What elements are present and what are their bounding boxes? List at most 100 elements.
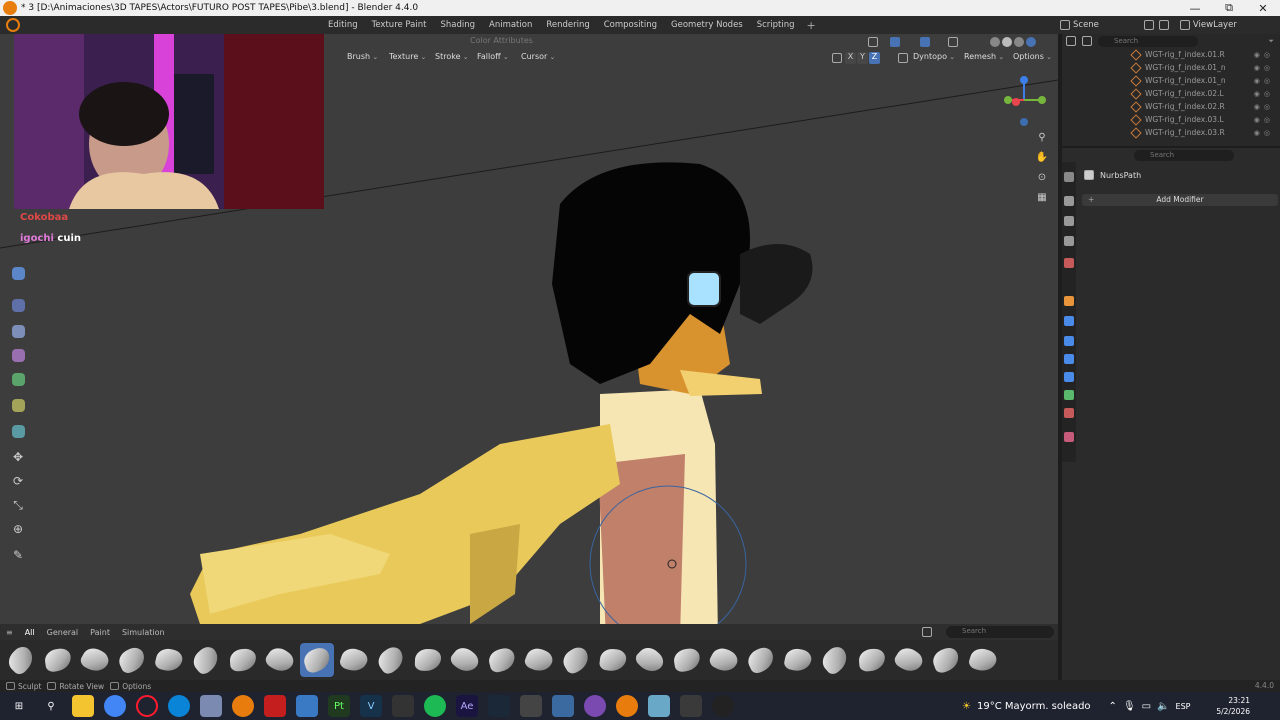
windows-start-icon[interactable]: ⊞ <box>8 695 30 717</box>
app-icon-1[interactable] <box>200 695 222 717</box>
brush-preset-button[interactable] <box>115 643 149 677</box>
voicemeeter-icon[interactable] <box>264 695 286 717</box>
shelf-menu-icon[interactable]: ≡ <box>0 627 19 638</box>
brush-preset-button[interactable] <box>485 643 519 677</box>
app-icon-6[interactable] <box>712 695 734 717</box>
overlay-toggle-icon[interactable] <box>920 37 930 47</box>
app-icon-4[interactable] <box>648 695 670 717</box>
3d-viewport[interactable]: Color Attributes Brush Texture Stroke Fa… <box>0 34 1058 640</box>
object-tab-icon[interactable] <box>1064 296 1074 306</box>
tab-shading[interactable]: Shading <box>434 19 481 31</box>
move-icon[interactable]: ✥ <box>9 448 27 466</box>
brush-preset-button[interactable] <box>263 643 297 677</box>
remesh-dropdown[interactable]: Remesh <box>961 51 1007 62</box>
dyntopo-dropdown[interactable]: Dyntopo <box>910 51 958 62</box>
brush-preset-button[interactable] <box>300 643 334 677</box>
blender-taskbar-icon[interactable] <box>232 695 254 717</box>
brush-preset-button[interactable] <box>707 643 741 677</box>
brush-preset-button[interactable] <box>892 643 926 677</box>
physics-tab-icon[interactable] <box>1064 354 1074 364</box>
display-mode-icon[interactable] <box>1082 36 1092 46</box>
visibility-toggle-icon[interactable]: ◉◎ <box>1254 64 1274 72</box>
app-icon-2[interactable] <box>296 695 318 717</box>
tab-animation[interactable]: Animation <box>483 19 538 31</box>
view-object-types-icon[interactable] <box>868 37 878 47</box>
brush-preset-button[interactable] <box>744 643 778 677</box>
visibility-toggle-icon[interactable]: ◉◎ <box>1254 103 1274 111</box>
properties-search-input[interactable]: Search <box>1134 149 1234 161</box>
texture-dropdown[interactable]: Texture <box>386 51 429 62</box>
scene-tab-icon[interactable] <box>1064 258 1074 268</box>
vscode-icon[interactable]: V <box>360 695 382 717</box>
shelf-tab-simulation[interactable]: Simulation <box>116 627 171 638</box>
brush-dropdown[interactable]: Brush <box>344 51 381 62</box>
outliner-row[interactable]: WGT-rig_f_index.02.R ◉◎ <box>1062 100 1280 113</box>
shelf-tab-paint[interactable]: Paint <box>84 627 116 638</box>
gizmo-toggle-icon[interactable] <box>890 37 900 47</box>
brush-preset-button[interactable] <box>633 643 667 677</box>
obs-icon[interactable] <box>584 695 606 717</box>
visibility-toggle-icon[interactable]: ◉◎ <box>1254 116 1274 124</box>
wireframe-shading-icon[interactable] <box>990 37 1000 47</box>
pycharm-icon[interactable]: Pt <box>328 695 350 717</box>
davinci-icon[interactable] <box>392 695 414 717</box>
app-icon-5[interactable] <box>680 695 702 717</box>
brush-preset-button[interactable] <box>78 643 112 677</box>
brush-preset-button[interactable] <box>188 643 224 677</box>
particles-tab-icon[interactable] <box>1064 336 1074 346</box>
material-tab-icon[interactable] <box>1064 408 1074 418</box>
dyntopo-checkbox[interactable] <box>898 53 908 63</box>
outliner-editor-icon[interactable] <box>1066 36 1076 46</box>
view-layer-selector[interactable]: ViewLayer <box>1179 20 1237 30</box>
close-button[interactable]: ✕ <box>1246 2 1280 15</box>
new-scene-icon[interactable] <box>1143 20 1154 30</box>
texture-tab-icon[interactable] <box>1064 432 1074 442</box>
spotify-icon[interactable] <box>424 695 446 717</box>
blender-active-icon[interactable] <box>616 695 638 717</box>
brush-preset-button[interactable] <box>966 643 1000 677</box>
outliner-row[interactable]: WGT-rig_f_index.03.L ◉◎ <box>1062 113 1280 126</box>
outliner-row[interactable]: WGT-rig_f_index.01.R ◉◎ <box>1062 48 1280 61</box>
draw-tool[interactable] <box>9 264 27 282</box>
zoom-icon[interactable]: ⚲ <box>1034 129 1050 145</box>
blender-logo-icon[interactable] <box>6 18 20 32</box>
brush-preset-button[interactable] <box>447 643 483 677</box>
visibility-toggle-icon[interactable]: ◉◎ <box>1254 77 1274 85</box>
visibility-toggle-icon[interactable]: ◉◎ <box>1254 51 1274 59</box>
annotate-icon[interactable]: ✎ <box>9 546 27 564</box>
stroke-dropdown[interactable]: Stroke <box>432 51 472 62</box>
mirror-x-toggle[interactable]: X <box>845 52 856 64</box>
camera-view-icon[interactable]: ⊙ <box>1034 169 1050 185</box>
file-explorer-icon[interactable] <box>72 695 94 717</box>
material-shading-icon[interactable] <box>1014 37 1024 47</box>
brush-preset-button[interactable] <box>855 643 889 677</box>
navigation-gizmo[interactable] <box>998 74 1050 126</box>
brush-preset-button[interactable] <box>374 643 408 677</box>
add-workspace-button[interactable]: + <box>803 19 820 32</box>
shelf-search-input[interactable]: Search <box>946 626 1054 638</box>
constraints-tab-icon[interactable] <box>1064 372 1074 382</box>
render-tab-icon[interactable] <box>1064 196 1074 206</box>
tab-editing[interactable]: Editing <box>322 19 364 31</box>
delete-scene-icon[interactable] <box>1158 20 1169 30</box>
microphone-icon[interactable]: 🎙 <box>1123 701 1136 712</box>
data-tab-icon[interactable] <box>1064 390 1074 400</box>
minimize-button[interactable]: — <box>1178 2 1212 15</box>
brush-preset-button[interactable] <box>781 643 815 677</box>
maximize-button[interactable]: ⧉ <box>1212 1 1246 15</box>
shelf-view-icon[interactable] <box>922 627 932 637</box>
weather-text[interactable]: 19°C Mayorm. soleado <box>977 701 1091 712</box>
brush-preset-button[interactable] <box>226 643 260 677</box>
cursor-dropdown[interactable]: Cursor <box>518 51 558 62</box>
brush-preset-button[interactable] <box>337 643 371 677</box>
mask-tool[interactable] <box>9 296 27 314</box>
visibility-toggle-icon[interactable]: ◉◎ <box>1254 129 1274 137</box>
trim-tool[interactable] <box>9 370 27 388</box>
transform-icon[interactable]: ⊕ <box>9 520 27 538</box>
rendered-shading-icon[interactable] <box>1026 37 1036 47</box>
add-modifier-button[interactable]: + Add Modifier <box>1082 194 1278 206</box>
outliner-row[interactable]: WGT-rig_f_index.03.R ◉◎ <box>1062 126 1280 139</box>
mirror-y-toggle[interactable]: Y <box>857 52 868 64</box>
language-indicator[interactable]: ESP <box>1176 702 1191 711</box>
brush-preset-button[interactable] <box>411 643 445 677</box>
